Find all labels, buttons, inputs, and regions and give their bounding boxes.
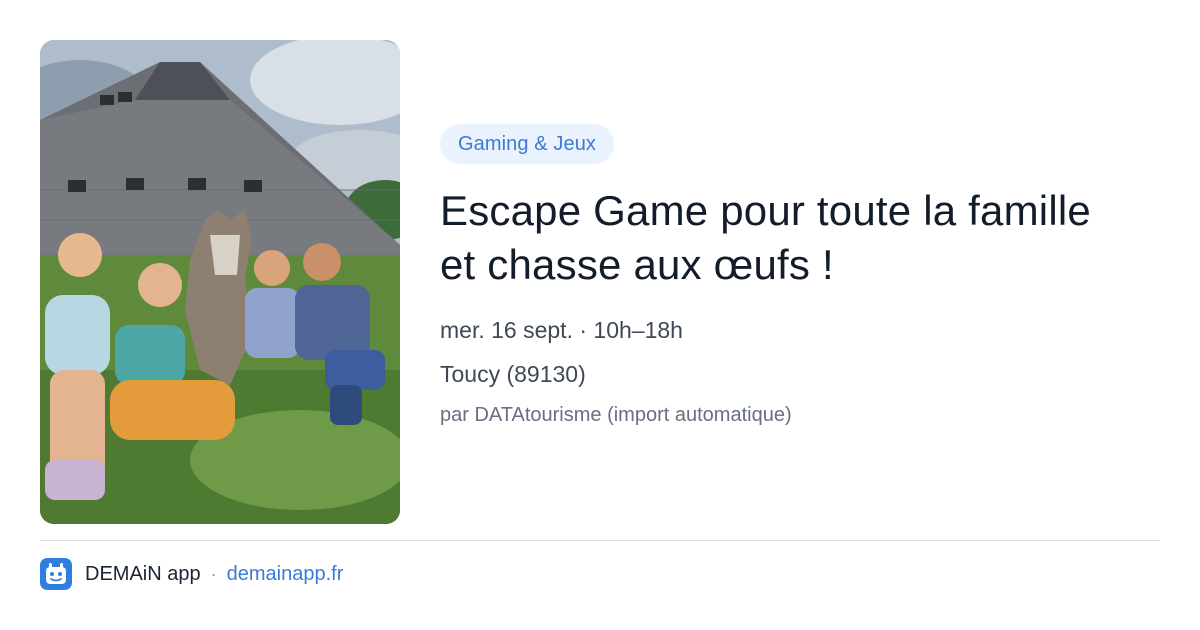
footer-divider <box>40 540 1160 541</box>
event-source: par DATAtourisme (import automatique) <box>440 404 792 426</box>
event-title[interactable]: Escape Game pour toute la famille et cha… <box>440 184 1160 292</box>
app-name: DEMAiN app <box>85 562 201 585</box>
event-location: Toucy (89130) <box>440 361 586 387</box>
demain-logo-icon[interactable] <box>40 558 72 590</box>
event-photo[interactable] <box>40 40 400 524</box>
footer: DEMAiN app · demainapp.fr <box>40 558 343 590</box>
event-date-time: mer. 16 sept. · 10h–18h <box>440 317 683 343</box>
event-details: Gaming & Jeux Escape Game pour toute la … <box>440 124 1160 429</box>
footer-separator: · <box>210 563 217 584</box>
event-title-line-2: et chasse aux œufs ! <box>440 241 834 288</box>
event-title-line-1: Escape Game pour toute la famille <box>440 187 1091 234</box>
app-url-link[interactable]: demainapp.fr <box>227 563 344 586</box>
category-badge[interactable]: Gaming & Jeux <box>440 124 615 164</box>
